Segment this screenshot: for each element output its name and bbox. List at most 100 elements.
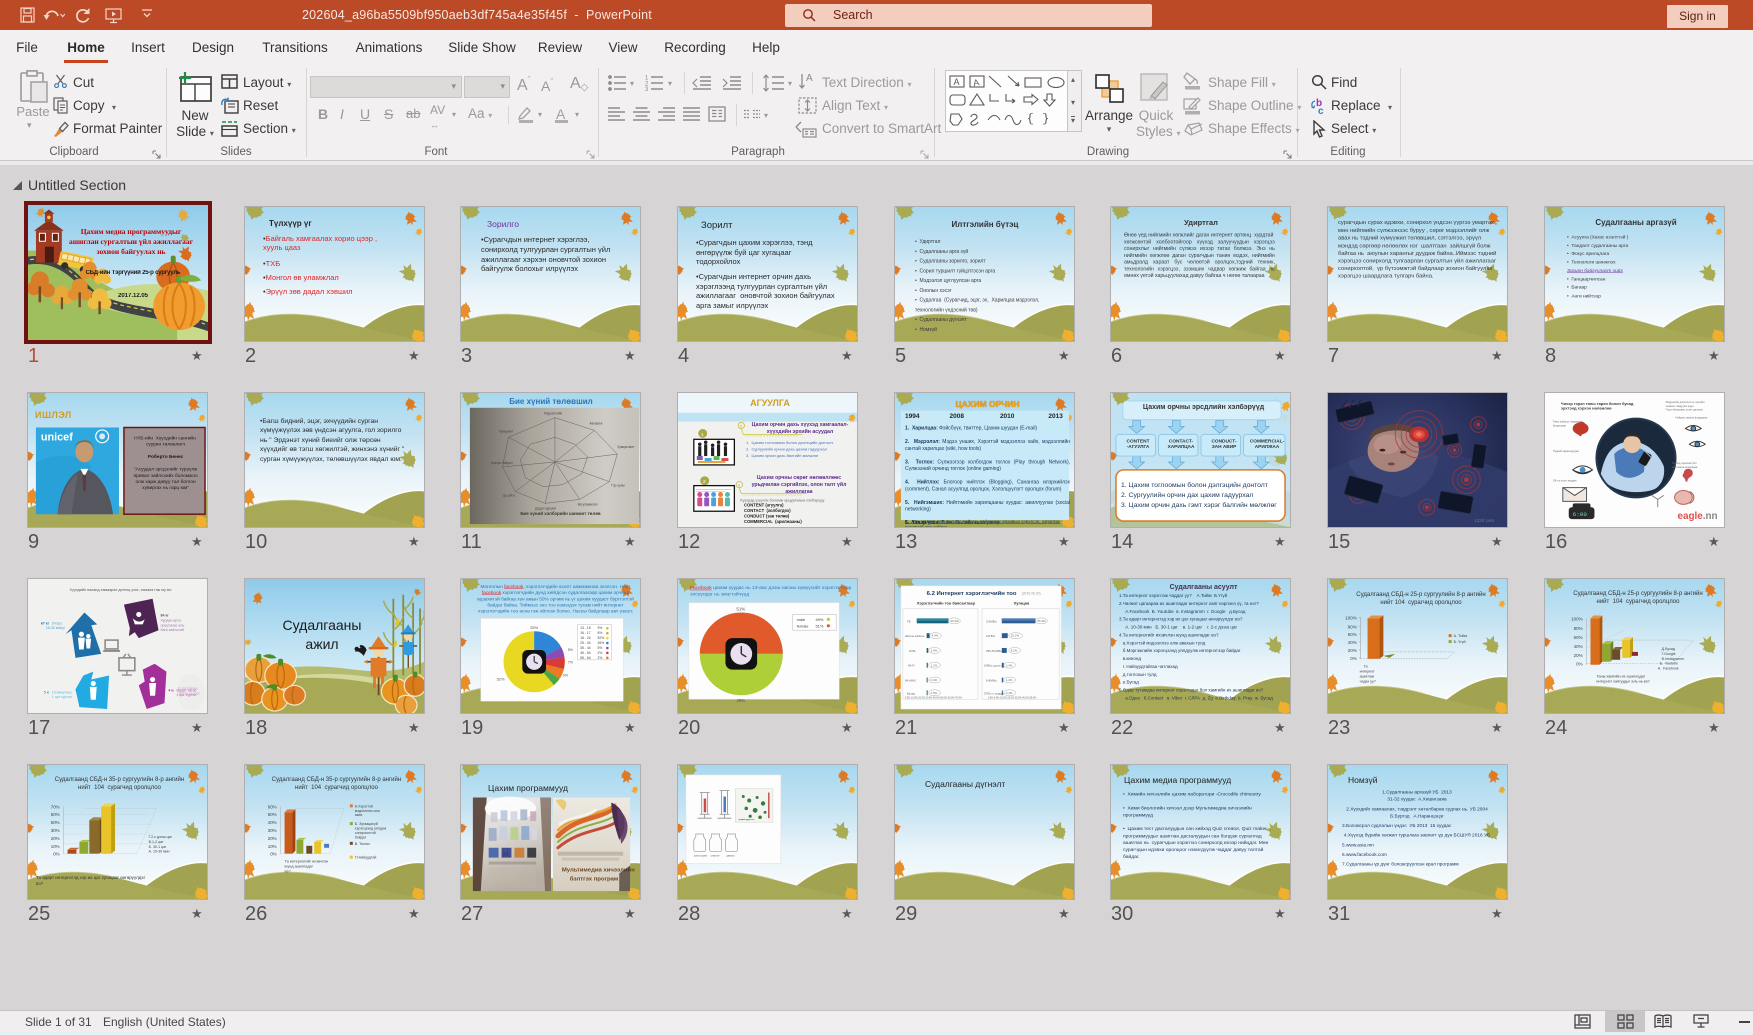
svg-text:мэдээллээ олж: мэдээллээ олж: [355, 809, 381, 813]
svg-text:100%: 100%: [1345, 615, 1356, 620]
svg-text:4.9%: 4.9%: [932, 634, 939, 638]
svg-text:9%: 9%: [563, 674, 569, 678]
svg-text:Wi-Fi: Wi-Fi: [908, 664, 915, 668]
svg-text:авах: авах: [355, 813, 363, 817]
svg-text:2ГБ/с-с хурдан: 2ГБ/с-с хурдан: [984, 691, 1005, 695]
svg-text:Б. Youtube: Б. Youtube: [1660, 662, 1678, 666]
svg-text:3-5МБ/с: 3-5МБ/с: [986, 619, 998, 623]
svg-text:55.4%: 55.4%: [1037, 619, 1046, 623]
svg-text:eagle.nn: eagle.nn: [1678, 511, 1718, 522]
svg-text:вэ?: вэ?: [285, 869, 291, 873]
svg-text:3: 3: [645, 87, 649, 91]
svg-text:Авхаалж: Авхаалж: [590, 422, 604, 426]
svg-text:Хугацаа: Хугацаа: [1014, 601, 1030, 606]
svg-text:Гэрэл багасмагц унтах даллага: Гэрэл багасмагц унтах даллага: [1666, 408, 1704, 412]
svg-text:Бие хүний хэлбэрийн шинжит төл: Бие хүний хэлбэрийн шинжит төлөв: [520, 510, 601, 516]
svg-text:Б. Үгүй: Б. Үгүй: [1454, 640, 1466, 644]
svg-text:интернэт хаягуудыг аль нь вэ?: интернэт хаягуудыг аль нь вэ?: [1596, 679, 1649, 683]
svg-text:усан уусмал: усан уусмал: [694, 855, 708, 858]
svg-text:Г.Найзуудтай: Г.Найзуудтай: [355, 856, 377, 860]
svg-text:unicef: unicef: [41, 431, 73, 443]
svg-text:84 кг: 84 кг: [161, 613, 170, 617]
svg-text:Цэвэрч байдал: Цэвэрч байдал: [491, 461, 513, 465]
svg-text:10ГБ/с: 10ГБ/с: [986, 634, 996, 638]
svg-text:80%: 80%: [1574, 626, 1583, 631]
svg-text:2%: 2%: [597, 656, 602, 660]
svg-text:0: 0: [738, 484, 740, 488]
svg-text:бага зайлсхий: бага зайлсхий: [161, 628, 184, 632]
svg-text:А. Тийм: А. Тийм: [1454, 634, 1468, 638]
svg-text:А. Facebook: А. Facebook: [1658, 667, 1679, 671]
svg-text:А. 10-30 мин: А. 10-30 мин: [149, 850, 170, 854]
svg-text:256-512КБ/с: 256-512КБ/с: [986, 649, 1003, 653]
svg-text:Гэр орны: Гэр орны: [611, 484, 625, 488]
svg-text:67 кг: 67 кг: [41, 621, 50, 625]
svg-text:(2016.06.30): (2016.06.30): [1022, 591, 1041, 595]
svg-text:10.2%: 10.2%: [1011, 634, 1020, 638]
svg-text:Хүүхдийн насанд хамаарах дэлгэ: Хүүхдийн насанд хамаарах дэлгэц үзэх, хэ…: [70, 588, 172, 592]
svg-text:6-8МБ/с: 6-8МБ/с: [986, 678, 998, 682]
svg-text:A: A: [954, 77, 960, 87]
svg-text:0%: 0%: [1576, 662, 1582, 667]
svg-text:Өдөрт хагас: Өдөрт хагас: [176, 688, 196, 692]
svg-text:60%: 60%: [1348, 632, 1357, 637]
svg-text:18 - 24: 18 - 24: [580, 636, 591, 640]
svg-text:1: 1: [701, 432, 704, 438]
svg-text:Б. Зугаацахуй: Б. Зугаацахуй: [355, 822, 378, 826]
svg-text:female: female: [797, 623, 810, 628]
svg-text:55 - 64: 55 - 64: [580, 656, 591, 660]
svg-text:52%: 52%: [497, 676, 505, 681]
svg-text:0.9%: 0.9%: [931, 678, 938, 682]
svg-text:A: A: [806, 73, 813, 84]
svg-text:1.2%: 1.2%: [931, 663, 938, 667]
svg-text:20%: 20%: [1348, 648, 1357, 653]
svg-text:ажиллагаа алдагдана: ажиллагаа алдагдана: [1672, 466, 1698, 469]
svg-text:Д.Бусад: Д.Бусад: [1662, 647, 1676, 651]
svg-text:Таны нойрсох чадварыг: Таны нойрсох чадварыг: [1553, 420, 1581, 424]
svg-text:A: A: [972, 77, 980, 88]
svg-text:оруулахас аль: оруулахас аль: [161, 623, 185, 627]
svg-text:бууруулдаг: бууруулдаг: [1553, 424, 1566, 428]
svg-text:60%: 60%: [1574, 635, 1583, 640]
svg-text:(Үхэр): (Үхэр): [52, 621, 62, 625]
svg-text:А.Хэрэгтэй: А.Хэрэгтэй: [355, 804, 373, 808]
svg-text:1.6%: 1.6%: [931, 649, 938, 653]
svg-text:Ходоод гэдэсний үйл: Ходоод гэдэсний үйл: [1672, 461, 1697, 465]
svg-text:5%: 5%: [597, 646, 602, 650]
svg-text:1 цаг хүртэл: 1 цаг хүртэл: [176, 693, 196, 697]
svg-text:5 и: 5 и: [44, 690, 49, 694]
svg-text:Хэрэглэгчийн тоо баясалтаар: Хэрэглэгчийн тоо баясалтаар: [917, 601, 976, 606]
svg-text:40%: 40%: [1574, 644, 1583, 649]
svg-text:В.1-2 цаг: В.1-2 цаг: [149, 840, 164, 844]
svg-text:Б. 30-1 цаг: Б. 30-1 цаг: [149, 845, 167, 849]
svg-text:2%: 2%: [597, 651, 602, 655]
svg-text:70%: 70%: [51, 804, 60, 809]
svg-text:80%: 80%: [1348, 624, 1357, 629]
svg-text:чадах уу?: чадах уу?: [1360, 679, 1376, 683]
svg-text:ТВ: ТВ: [907, 619, 911, 623]
svg-text:эрхтэнд хэрхэн нөлөөлнө: эрхтэнд хэрхэн нөлөөлнө: [1561, 406, 1612, 411]
svg-text:давсны: давсны: [726, 855, 734, 858]
svg-text:8%: 8%: [597, 631, 602, 635]
svg-text:52%: 52%: [597, 636, 604, 640]
svg-text:35 - 44: 35 - 44: [580, 646, 591, 650]
svg-text:1.4%: 1.4%: [1006, 678, 1013, 682]
svg-text:интернэт: интернэт: [1360, 670, 1375, 674]
svg-text:0.0% 5.0% 15.0% 25.0% 35.0% 45: 0.0% 5.0% 15.0% 25.0% 35.0% 45.0% 55.0%: [988, 697, 1037, 700]
svg-text:Хүмүүжил: Хүмүүжил: [499, 429, 514, 433]
svg-text:60%: 60%: [268, 804, 277, 809]
svg-text:50%: 50%: [268, 812, 277, 817]
svg-text:6.2 Интернет хэрэглэгчийн тоо: 6.2 Интернет хэрэглэгчийн тоо: [927, 590, 1017, 597]
svg-text:100%: 100%: [1571, 616, 1582, 621]
svg-text:20%: 20%: [51, 836, 60, 841]
svg-text:Таны хамгийн их ашигладаг: Таны хамгийн их ашигладаг: [1596, 675, 1645, 679]
svg-text:25%: 25%: [530, 625, 538, 630]
svg-text:В.Instagramm: В.Instagramm: [1662, 657, 1684, 661]
svg-text:0%: 0%: [53, 852, 59, 857]
svg-text:60%: 60%: [51, 812, 60, 817]
svg-text:Та интернэтийг ихэвчлэн: Та интернэтийг ихэвчлэн: [285, 860, 328, 864]
svg-text:Шилэн кабель: Шилэн кабель: [905, 634, 925, 638]
svg-text:10%: 10%: [268, 844, 277, 849]
svg-text:В. Тоглох: В. Тоглох: [355, 842, 370, 846]
svg-text:Г.2-с дээш цаг: Г.2-с дээш цаг: [149, 835, 173, 839]
